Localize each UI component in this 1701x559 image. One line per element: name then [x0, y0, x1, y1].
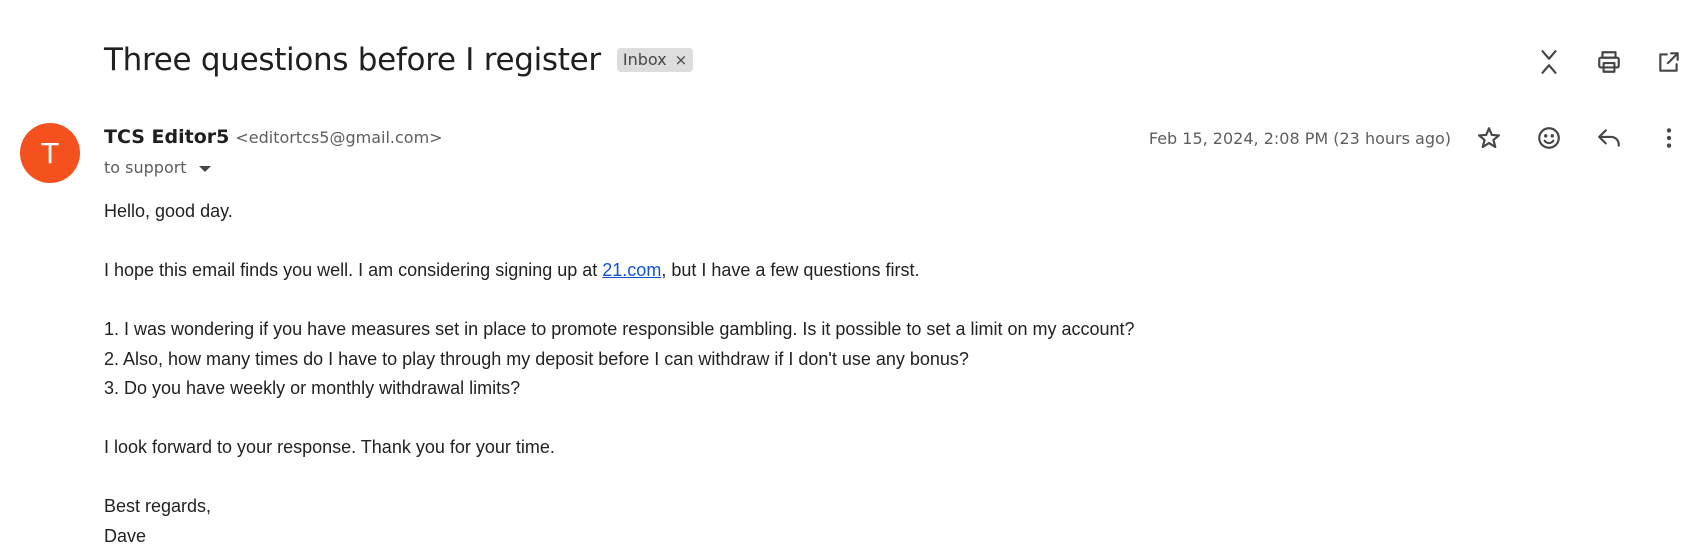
print-icon: [1598, 51, 1620, 73]
body-intro-after: , but I have a few questions first.: [661, 260, 920, 280]
add-reaction-button[interactable]: [1527, 116, 1571, 160]
body-greeting: Hello, good day.: [104, 201, 233, 221]
body-intro-before: I hope this email finds you well. I am c…: [104, 260, 603, 280]
sender-email: <editortcs5@gmail.com>: [235, 128, 443, 147]
star-icon: [1477, 127, 1501, 149]
label-chip-text: Inbox: [622, 50, 667, 69]
body-closing: I look forward to your response. Thank y…: [104, 437, 555, 457]
label-chip-inbox[interactable]: Inbox ×: [616, 48, 694, 72]
collapse-all-icon: [1541, 50, 1557, 74]
recipients-toggle[interactable]: to support: [104, 158, 211, 177]
open-in-new-window-icon: [1659, 52, 1679, 72]
print-button[interactable]: [1587, 40, 1631, 84]
subject-row: Three questions before I register Inbox …: [104, 38, 694, 82]
remove-label-button[interactable]: ×: [675, 51, 688, 69]
open-in-new-window-button[interactable]: [1647, 40, 1691, 84]
more-vertical-icon: [1666, 128, 1672, 148]
sender-avatar[interactable]: T: [20, 123, 80, 183]
sender-name[interactable]: TCS Editor5: [104, 126, 229, 148]
reply-button[interactable]: [1587, 116, 1631, 160]
body-signature: Dave: [104, 525, 147, 546]
star-button[interactable]: [1467, 116, 1511, 160]
body-question-3: 3. Do you have weekly or monthly withdra…: [104, 378, 521, 398]
body-signoff: Best regards,: [104, 496, 212, 516]
thread-actions: [1527, 40, 1691, 84]
body-link-21com[interactable]: 21.com: [602, 260, 661, 280]
collapse-all-button[interactable]: [1527, 40, 1571, 84]
email-subject: Three questions before I register: [104, 42, 601, 78]
emoji-reaction-icon: [1538, 127, 1560, 149]
body-question-1: 1. I was wondering if you have measures …: [104, 319, 1135, 339]
sender-line: TCS Editor5 <editortcs5@gmail.com>: [104, 126, 443, 148]
recipients-label: to support: [104, 158, 187, 177]
body-intro: I hope this email finds you well. I am c…: [104, 256, 1135, 286]
more-options-button[interactable]: [1647, 116, 1691, 160]
reply-icon: [1598, 129, 1620, 147]
email-date: Feb 15, 2024, 2:08 PM (23 hours ago): [1148, 128, 1451, 148]
email-body: Hello, good day. I hope this email finds…: [104, 197, 1135, 551]
body-question-2: 2. Also, how many times do I have to pla…: [104, 348, 969, 369]
message-meta: Feb 15, 2024, 2:08 PM (23 hours ago): [1149, 116, 1691, 160]
chevron-down-icon: [198, 165, 211, 172]
